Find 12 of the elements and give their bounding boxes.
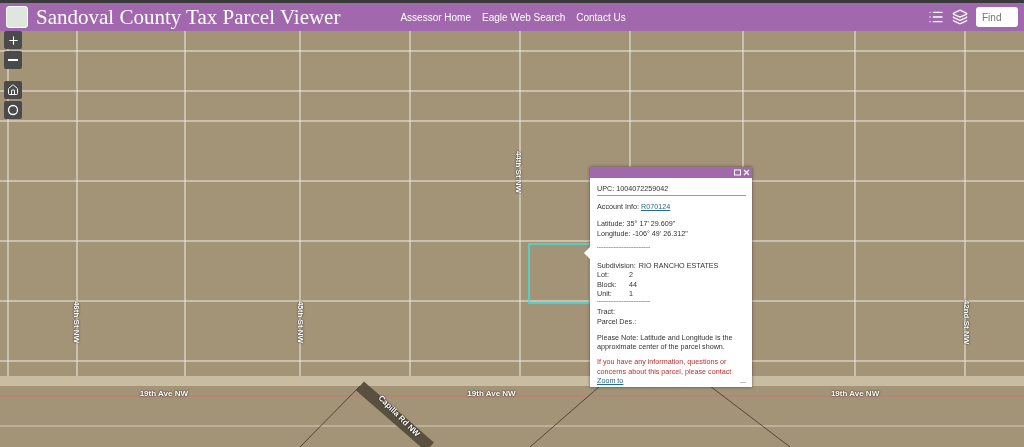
- street-label: 45th St NW: [295, 301, 305, 344]
- street-label: 42nd St NW: [961, 299, 971, 345]
- nav-link[interactable]: Eagle Web Search: [482, 11, 566, 23]
- nav-link[interactable]: Contact Us: [576, 11, 626, 23]
- nav-link[interactable]: Assessor Home: [400, 11, 471, 23]
- street-label: 19th Ave NW: [467, 388, 516, 398]
- app-title: Sandoval County Tax Parcel Viewer: [36, 4, 341, 30]
- street-label: 44th St NW: [513, 151, 523, 194]
- street-label: 19th Ave NW: [139, 388, 188, 398]
- search-field[interactable]: Find: [976, 7, 1018, 27]
- street-label: 19th Ave NW: [830, 388, 880, 398]
- street-label: 46th St NW: [71, 301, 81, 344]
